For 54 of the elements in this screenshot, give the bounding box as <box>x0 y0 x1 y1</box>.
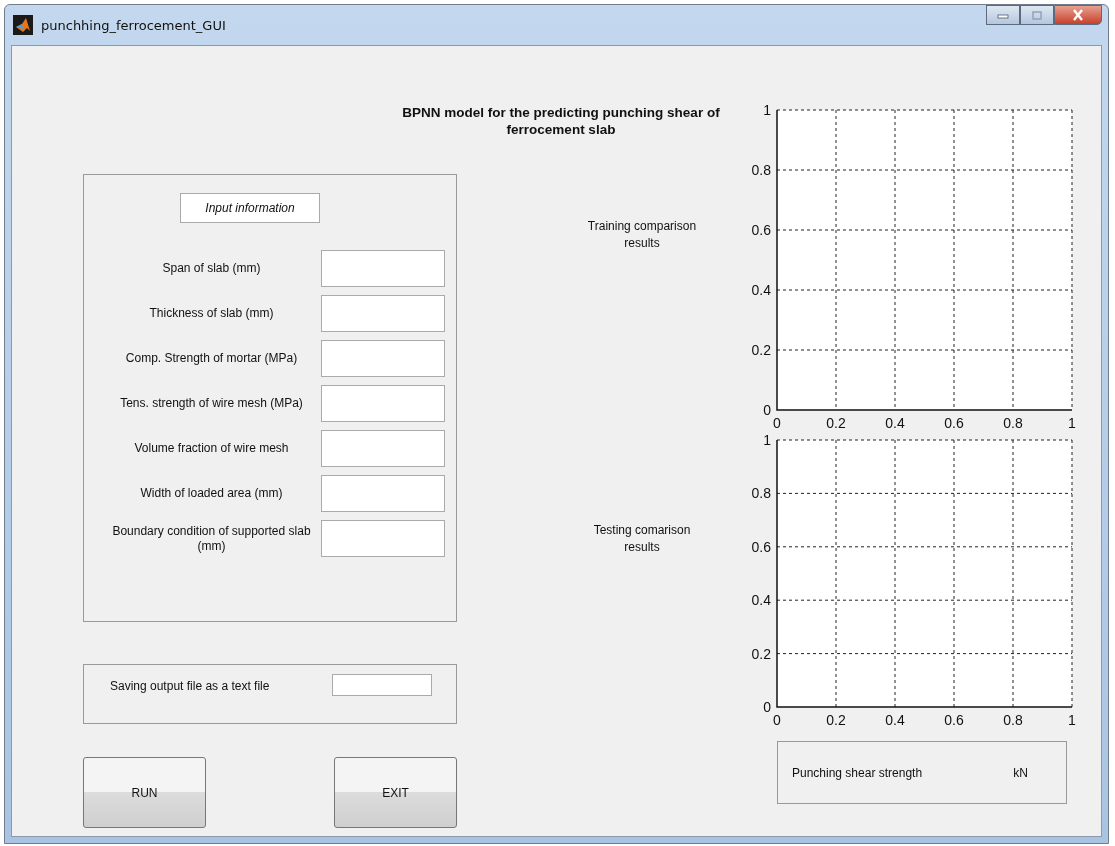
tick-label: 0.2 <box>826 712 846 728</box>
tick-label: 0.4 <box>751 282 771 298</box>
input-field[interactable] <box>332 674 432 696</box>
window-title: punchhing_ferrocement_GUI <box>41 17 226 33</box>
field-label: Saving output file as a text file <box>110 679 271 693</box>
tick-label: 0 <box>773 415 781 430</box>
tick-label: 0.6 <box>751 538 771 555</box>
maximize-icon <box>1032 10 1042 20</box>
tick-label: 0.8 <box>1003 415 1023 430</box>
tick-label: 0.4 <box>751 592 771 609</box>
tick-label: 0 <box>763 699 771 715</box>
minimize-button[interactable] <box>986 5 1020 25</box>
input-field[interactable] <box>321 385 445 422</box>
unit-label: kN <box>1013 765 1028 780</box>
input-field[interactable] <box>321 475 445 512</box>
field-label: Comp. Strength of mortar (MPa) <box>124 351 299 366</box>
tick-label: 0.4 <box>885 415 905 430</box>
plot-label: Testing comarison results <box>592 522 692 556</box>
field-label: Span of slab (mm) <box>161 261 262 276</box>
maximize-button[interactable] <box>1020 5 1054 25</box>
field-label: Boundary condition of supported slab (mm) <box>111 523 312 554</box>
app-icon <box>13 15 33 35</box>
tick-label: 0.2 <box>826 415 846 430</box>
close-button[interactable] <box>1054 5 1102 25</box>
exit-button[interactable]: EXIT <box>334 757 457 828</box>
field-label: Volume fraction of wire mesh <box>133 441 290 456</box>
field-label: Width of loaded area (mm) <box>139 486 284 501</box>
tick-label: 0.8 <box>1003 712 1023 728</box>
tick-label: 0.6 <box>751 222 771 238</box>
tick-label: 1 <box>1068 415 1076 430</box>
input-field[interactable] <box>321 295 445 332</box>
tick-label: 0.8 <box>751 162 771 178</box>
tick-label: 1 <box>763 102 771 118</box>
tick-label: 0.6 <box>944 712 964 728</box>
input-field[interactable] <box>321 340 445 377</box>
heading: BPNN model for the predicting punching shear of ferrocement slab <box>401 104 721 138</box>
tick-label: 0.6 <box>944 415 964 430</box>
tick-label: 0.4 <box>885 712 905 728</box>
tick-label: 1 <box>1068 712 1076 728</box>
panel-title: Input information <box>180 193 320 223</box>
tick-label: 0.2 <box>751 342 771 358</box>
result-label: Punching shear strength <box>792 765 923 780</box>
field-label: Thickness of slab (mm) <box>148 306 275 321</box>
tick-label: 0.8 <box>751 485 771 502</box>
field-label: Tens. strength of wire mesh (MPa) <box>119 396 304 411</box>
tick-label: 1 <box>763 432 771 448</box>
input-field[interactable] <box>321 430 445 467</box>
input-field[interactable] <box>321 520 445 557</box>
plot-label: Training comparison results <box>586 218 698 252</box>
tick-label: 0.2 <box>751 645 771 662</box>
input-field[interactable] <box>321 250 445 287</box>
tick-label: 0 <box>763 402 771 418</box>
run-button[interactable]: RUN <box>83 757 206 828</box>
tick-label: 0 <box>773 712 781 728</box>
